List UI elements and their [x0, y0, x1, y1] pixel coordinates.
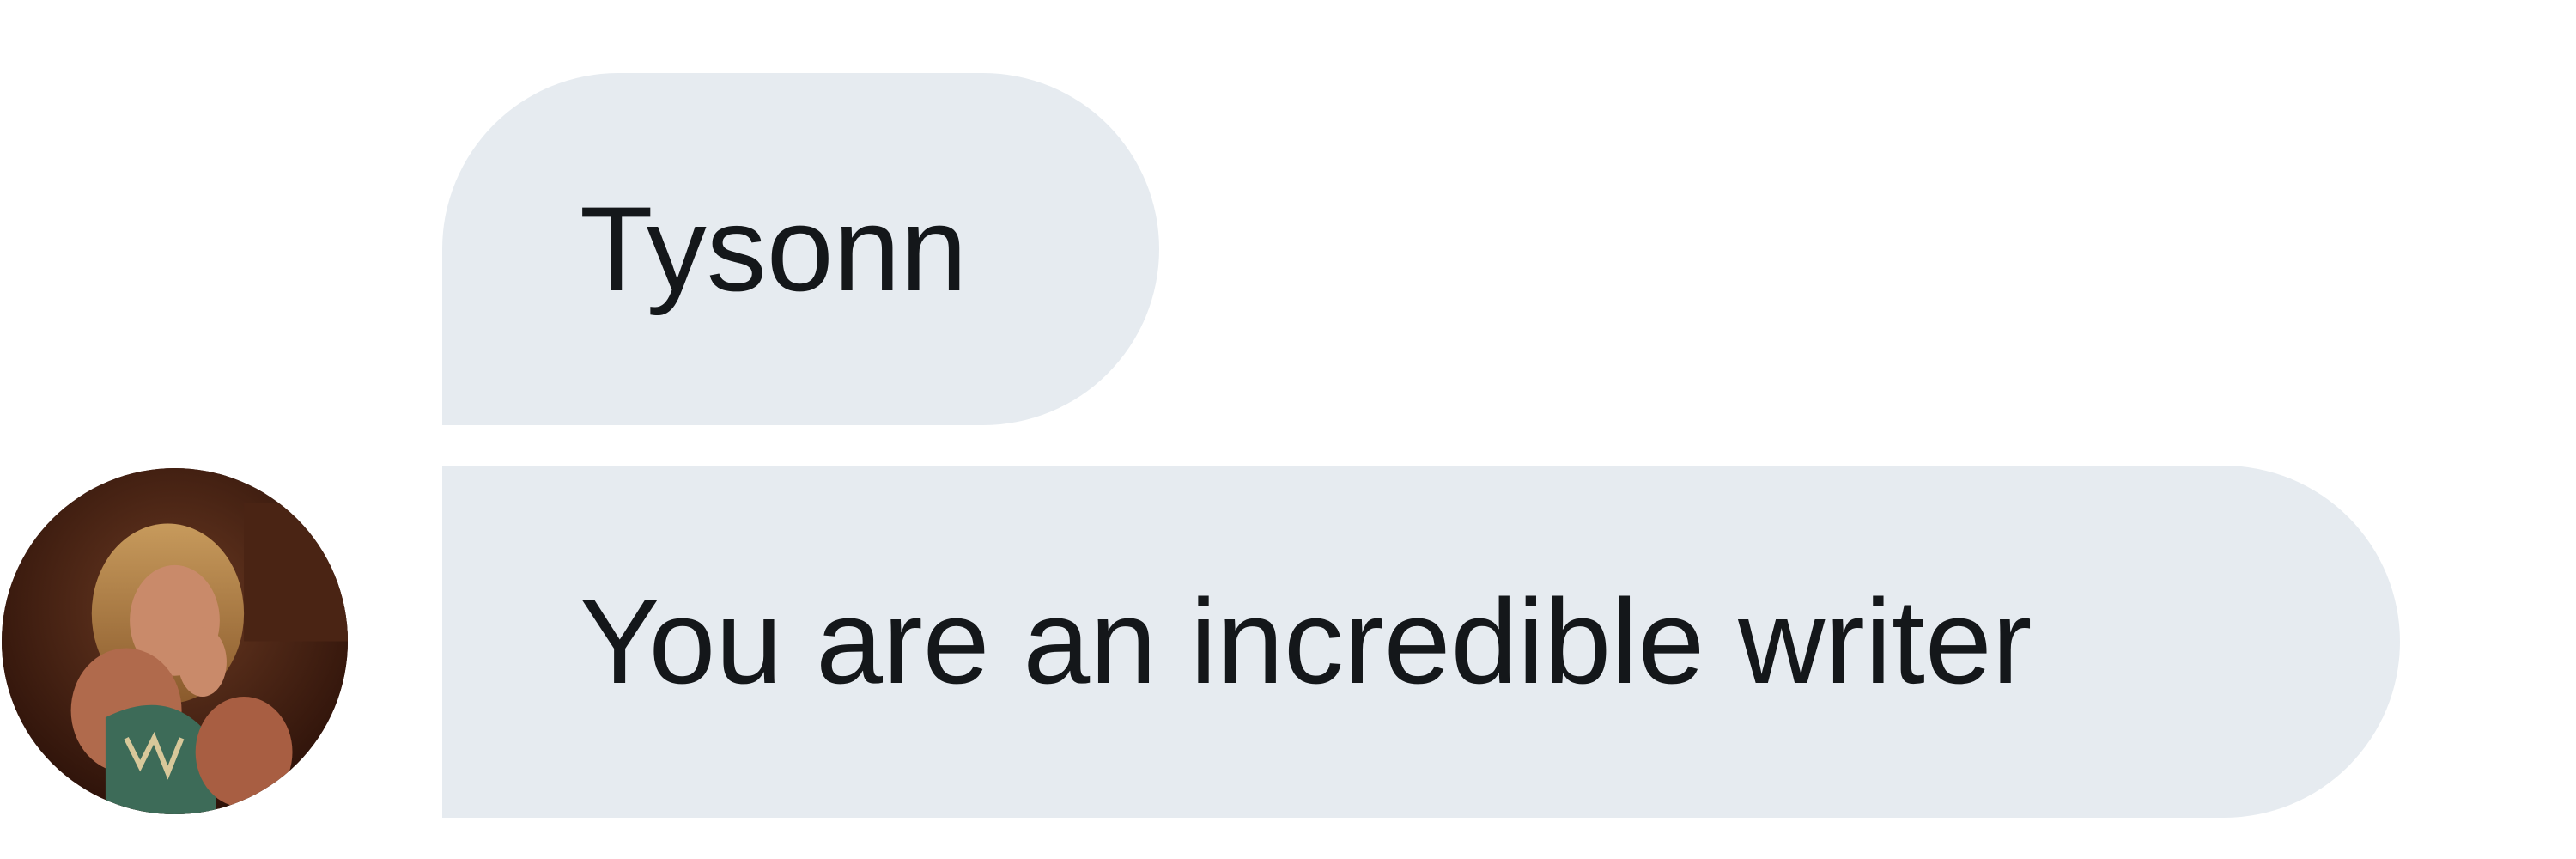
message-text: You are an incredible writer	[580, 574, 2032, 709]
message-bubble[interactable]: Tysonn	[442, 73, 1159, 425]
profile-photo-icon	[2, 468, 348, 814]
avatar[interactable]	[2, 468, 348, 814]
message-text: Tysonn	[580, 181, 968, 316]
message-bubble[interactable]: You are an incredible writer	[442, 466, 2400, 818]
